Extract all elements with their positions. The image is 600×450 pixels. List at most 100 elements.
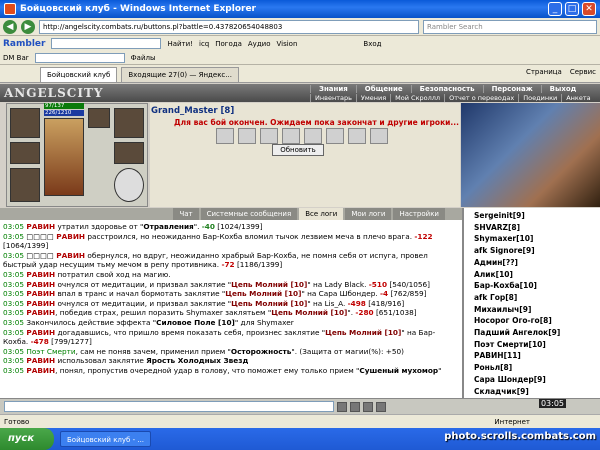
submenu-scroll[interactable]: Мой Скроллл bbox=[390, 94, 444, 102]
url-input[interactable]: http://angelscity.combats.ru/buttons.pl?… bbox=[39, 19, 419, 34]
back-icon[interactable]: ◀ bbox=[3, 19, 17, 34]
tab-all-logs[interactable]: Все логи bbox=[299, 208, 344, 220]
ie-icon bbox=[4, 3, 16, 15]
window-title: Бойцовский клуб - Windows Internet Explo… bbox=[20, 4, 256, 14]
weapon-slot[interactable] bbox=[10, 142, 40, 164]
tab-settings[interactable]: Настройки bbox=[393, 208, 445, 220]
dmbar-label: DM Bar bbox=[3, 53, 29, 62]
rambler-query-input[interactable] bbox=[51, 38, 162, 49]
tab-yandex-mail[interactable]: Входящие 27(0) — Яндекс... bbox=[121, 67, 239, 82]
log-line: 03:05 РАВИН очнулся от медитации, и приз… bbox=[3, 279, 431, 289]
menu-character[interactable]: Персонаж bbox=[482, 85, 541, 93]
roster-entry[interactable]: Складчик[9] bbox=[474, 386, 598, 398]
gloves-slot[interactable] bbox=[114, 142, 144, 164]
roster-entry[interactable]: Роньл[8] bbox=[474, 362, 598, 374]
log-line: 03:05 Поэт Смерти, сам не поняв зачем, п… bbox=[3, 346, 405, 356]
send-icon[interactable] bbox=[337, 401, 347, 412]
tab-combats[interactable]: Бойцовский клуб bbox=[40, 67, 118, 82]
roster-entry[interactable]: Падший Ангелок[9] bbox=[474, 327, 598, 339]
roster-entry[interactable]: Shymaxer[10] bbox=[474, 233, 598, 245]
roster-entry[interactable]: Админ[??] bbox=[474, 257, 598, 269]
dmbar-input[interactable] bbox=[34, 52, 125, 63]
roster-entry[interactable]: Михаилыч[9] bbox=[474, 304, 598, 316]
roster-entry[interactable]: РАВИН[11] bbox=[474, 350, 598, 362]
login-button[interactable]: Вход bbox=[363, 40, 381, 48]
minimize-button[interactable]: _ bbox=[548, 2, 562, 16]
forward-icon[interactable]: ▶ bbox=[21, 19, 35, 34]
ring-slot[interactable] bbox=[88, 108, 110, 128]
address-bar: ◀ ▶ http://angelscity.combats.ru/buttons… bbox=[0, 18, 600, 36]
roster-entry[interactable]: SHVARZ[8] bbox=[474, 222, 598, 234]
log-line: 03:05 РАВИН очнулся от медитации, и приз… bbox=[3, 298, 405, 308]
submenu-skills[interactable]: Умения bbox=[355, 94, 390, 102]
menu-communication[interactable]: Общение bbox=[355, 85, 411, 93]
strike-slot[interactable] bbox=[282, 128, 300, 144]
service-menu[interactable]: Сервис bbox=[570, 68, 596, 76]
armor-slot[interactable] bbox=[10, 168, 40, 202]
log-line: 03:05 □□□□ РАВИН обернулся, но вдруг, не… bbox=[3, 250, 428, 270]
helmet-slot[interactable] bbox=[10, 108, 40, 138]
strike-slot[interactable] bbox=[260, 128, 278, 144]
strike-slot[interactable] bbox=[304, 128, 322, 144]
audio-button[interactable]: Аудио bbox=[248, 40, 271, 48]
round-shield-slot[interactable] bbox=[114, 168, 144, 202]
roster-entry[interactable]: afk Signore[9] bbox=[474, 245, 598, 257]
find-button[interactable]: Найти! bbox=[167, 40, 193, 48]
icq-button[interactable]: icq bbox=[199, 40, 209, 48]
log-line: 03:05 РАВИН догадавшись, что пришло врем… bbox=[3, 327, 436, 347]
clear-icon[interactable] bbox=[363, 401, 373, 412]
player-name[interactable]: Grand_Master [8] bbox=[151, 106, 234, 116]
chat-input[interactable] bbox=[4, 401, 334, 412]
online-roster: Sergeinit[9] SHVARZ[8] Shymaxer[10] afk Sig… bbox=[462, 208, 600, 398]
roster-entry[interactable]: Сара Шондер[9] bbox=[474, 374, 598, 386]
filter-icon[interactable] bbox=[376, 401, 386, 412]
files-button[interactable]: Файлы bbox=[131, 54, 156, 62]
strike-slot[interactable] bbox=[348, 128, 366, 144]
log-line: 03:05 РАВИН, победив страх, решил порази… bbox=[3, 308, 417, 318]
submenu-profile[interactable]: Анкета bbox=[561, 94, 594, 102]
start-button[interactable]: пуск bbox=[0, 428, 54, 450]
page-menu[interactable]: Страница bbox=[526, 68, 562, 76]
roster-entry[interactable]: Алик[10] bbox=[474, 269, 598, 281]
chat-input-bar bbox=[0, 398, 600, 414]
battle-log: 03:05 РАВИН утратил здоровье от "Отравле… bbox=[0, 220, 462, 398]
shield-slot[interactable] bbox=[114, 108, 144, 138]
status-text: Готово bbox=[4, 417, 30, 426]
submenu-fights[interactable]: Поединки bbox=[518, 94, 561, 102]
vision-button[interactable]: Vision bbox=[277, 40, 298, 48]
menu-exit[interactable]: Выход bbox=[540, 85, 585, 93]
smile-icon[interactable] bbox=[350, 401, 360, 412]
log-line: 03:05 РАВИН использовал заклятие Ярость … bbox=[3, 356, 249, 366]
roster-entry[interactable]: Бар-Кохба[10] bbox=[474, 280, 598, 292]
search-input[interactable]: Rambler Search bbox=[423, 19, 597, 34]
submenu-transfers[interactable]: Отчет о переводах bbox=[444, 94, 518, 102]
tab-chat[interactable]: Чат bbox=[173, 208, 199, 220]
player-avatar bbox=[44, 118, 84, 196]
maximize-button[interactable]: □ bbox=[565, 2, 579, 16]
strike-slot[interactable] bbox=[216, 128, 234, 144]
roster-entry[interactable]: Поэт Смерти[10] bbox=[474, 339, 598, 351]
tab-my-logs[interactable]: Мои логи bbox=[345, 208, 392, 220]
strike-slot[interactable] bbox=[326, 128, 344, 144]
battle-status-message: Для вас бой окончен. Ожидаем пока законч… bbox=[174, 118, 459, 127]
menu-security[interactable]: Безопасность bbox=[410, 85, 483, 93]
close-button[interactable]: ✕ bbox=[582, 2, 596, 16]
weather-button[interactable]: Погода bbox=[215, 40, 242, 48]
dm-toolbar: DM Bar Файлы bbox=[0, 51, 600, 65]
strike-slot[interactable] bbox=[370, 128, 388, 144]
roster-entry[interactable]: Носорог Ого-го[8] bbox=[474, 315, 598, 327]
submenu-inventory[interactable]: Инвентарь bbox=[310, 94, 356, 102]
strike-slot[interactable] bbox=[238, 128, 256, 144]
status-bar: Готово Интернет bbox=[0, 414, 600, 428]
rambler-logo: Rambler bbox=[3, 38, 46, 49]
log-line: 03:05 Закончилось действие эффекта "Сило… bbox=[3, 317, 294, 327]
refresh-button[interactable]: Обновить bbox=[272, 144, 324, 156]
page-tools: Страница Сервис bbox=[526, 68, 596, 76]
log-line: 03:05 РАВИН впал в транс и начал бормота… bbox=[3, 289, 427, 299]
tab-system-messages[interactable]: Системные сообщения bbox=[200, 208, 298, 220]
menu-knowledge[interactable]: Знания bbox=[310, 85, 356, 93]
roster-entry[interactable]: Sergeinit[9] bbox=[474, 210, 598, 222]
log-line: 03:05 □□□□ РАВИН расстроился, но неожида… bbox=[3, 231, 433, 251]
taskbar-item-combats[interactable]: Бойцовский клуб - ... bbox=[60, 431, 152, 447]
roster-entry[interactable]: afk Гор[8] bbox=[474, 292, 598, 304]
